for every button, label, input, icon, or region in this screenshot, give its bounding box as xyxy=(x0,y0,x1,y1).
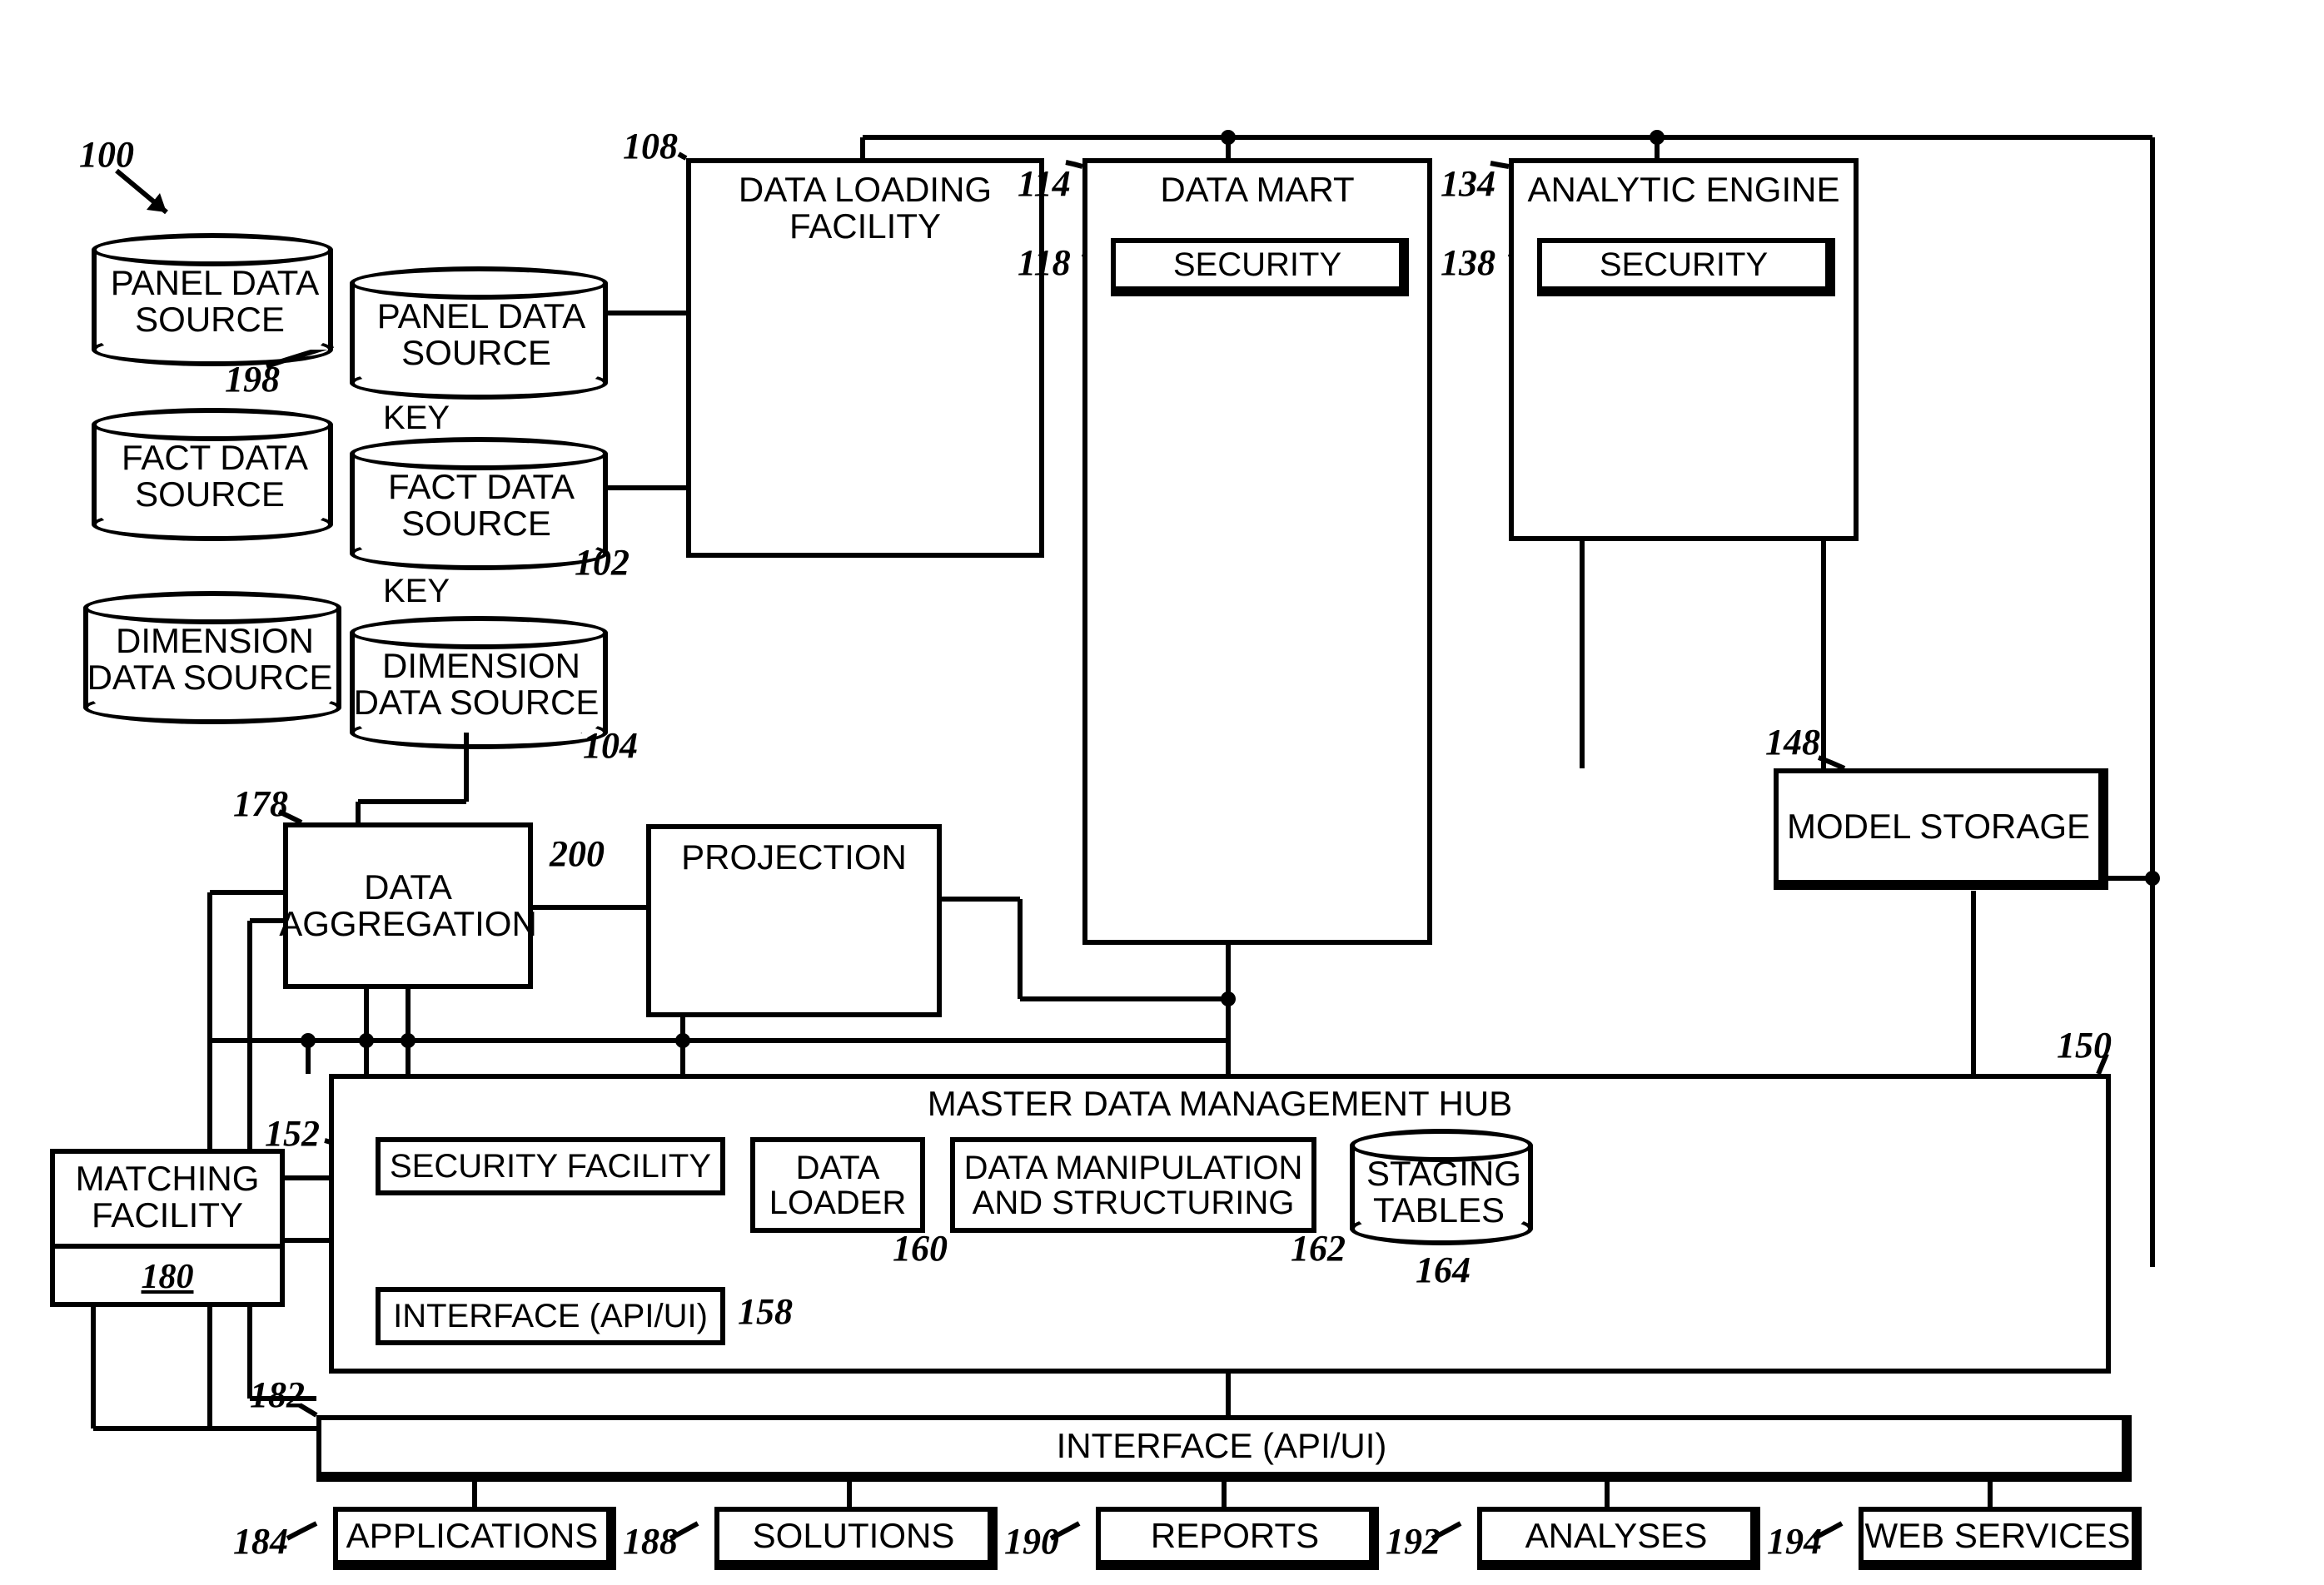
box-analytic-engine-security: SECURITY xyxy=(1537,238,1835,296)
box-projection: PROJECTION xyxy=(646,824,942,1017)
analytic-engine-label: ANALYTIC ENGINE xyxy=(1523,170,1845,210)
cyl-fact-data-source-2: FACT DATA SOURCE xyxy=(350,454,608,554)
cyl-fact1-label: FACT DATA SOURCE xyxy=(117,436,308,515)
ref-138: 138 xyxy=(1441,241,1495,284)
box-data-loader: DATA LOADER xyxy=(750,1137,925,1233)
ref-162: 162 xyxy=(1291,1227,1346,1269)
ref-178: 178 xyxy=(233,783,288,825)
ae-security-label: SECURITY xyxy=(1595,246,1773,284)
mdm-hub-label: MASTER DATA MANAGEMENT HUB xyxy=(923,1084,1517,1124)
projection-label: PROJECTION xyxy=(676,837,912,877)
ref-108: 108 xyxy=(623,125,678,167)
cyl-panel1-label: PANEL DATA SOURCE xyxy=(106,261,320,340)
key-label-1: KEY xyxy=(383,400,450,437)
ref-134: 134 xyxy=(1441,162,1495,205)
ref-102: 102 xyxy=(575,541,630,584)
cyl-dimension-data-source-1: DIMENSION DATA SOURCE xyxy=(83,608,341,708)
interface-bar-label: INTERFACE (API/UI) xyxy=(1052,1426,1392,1466)
reports-label: REPORTS xyxy=(1146,1516,1324,1556)
matching-180-label: 180 xyxy=(137,1257,199,1297)
box-web-services: WEB SERVICES xyxy=(1859,1507,2142,1570)
box-interface-bar: INTERFACE (API/UI) xyxy=(316,1415,2132,1482)
box-data-mart: DATA MART SECURITY xyxy=(1082,158,1432,945)
data-manip-label: DATA MANIPULATION AND STRUCTURING xyxy=(959,1149,1308,1222)
ref-160: 160 xyxy=(893,1227,948,1269)
analyses-label: ANALYSES xyxy=(1520,1516,1713,1556)
interface-inner-label: INTERFACE (API/UI) xyxy=(388,1297,713,1335)
solutions-label: SOLUTIONS xyxy=(748,1516,960,1556)
ref-118: 118 xyxy=(1018,241,1071,284)
box-applications: APPLICATIONS xyxy=(333,1507,616,1570)
box-interface-api-ui-inner: INTERFACE (API/UI) xyxy=(376,1287,725,1345)
dm-security-label: SECURITY xyxy=(1168,246,1346,284)
box-analyses: ANALYSES xyxy=(1477,1507,1760,1570)
box-mdm-hub: MASTER DATA MANAGEMENT HUB SECURITY FACI… xyxy=(329,1074,2111,1374)
cyl-dim2-label: DIMENSION DATA SOURCE xyxy=(354,644,605,723)
cyl-dim1-label: DIMENSION DATA SOURCE xyxy=(87,619,338,698)
data-loader-label: DATA LOADER xyxy=(764,1149,912,1222)
ref-190: 190 xyxy=(1004,1520,1059,1563)
cyl-fact-data-source-1: FACT DATA SOURCE xyxy=(92,425,333,524)
box-data-loading-facility: DATA LOADING FACILITY xyxy=(686,158,1044,558)
key-label-2: KEY xyxy=(383,573,450,610)
box-security-facility: SECURITY FACILITY xyxy=(376,1137,725,1195)
box-data-mart-security: SECURITY xyxy=(1111,238,1409,296)
security-facility-label: SECURITY FACILITY xyxy=(385,1147,716,1185)
cyl-panel2-label: PANEL DATA SOURCE xyxy=(372,295,586,374)
box-model-storage: MODEL STORAGE xyxy=(1774,768,2108,890)
box-matching-facility: MATCHING FACILITY 180 xyxy=(50,1149,285,1307)
ref-150: 150 xyxy=(2057,1024,2112,1066)
staging-tables-label: STAGING TABLES xyxy=(1361,1152,1521,1231)
ref-188: 188 xyxy=(623,1520,678,1563)
web-services-label: WEB SERVICES xyxy=(1860,1516,2136,1556)
cyl-panel-data-source-2: PANEL DATA SOURCE xyxy=(350,283,608,383)
ref-152: 152 xyxy=(265,1112,320,1155)
cyl-fact2-label: FACT DATA SOURCE xyxy=(383,465,575,544)
data-aggregation-label: DATA AGGREGATION xyxy=(274,867,542,944)
ref-104: 104 xyxy=(583,724,638,767)
data-loading-label: DATA LOADING FACILITY xyxy=(734,170,997,246)
ref-192: 192 xyxy=(1386,1520,1441,1563)
cyl-dimension-data-source-2: DIMENSION DATA SOURCE xyxy=(350,633,608,733)
ref-182: 182 xyxy=(250,1374,305,1416)
ref-114: 114 xyxy=(1018,162,1071,205)
ref-158: 158 xyxy=(738,1290,793,1333)
matching-facility-label: MATCHING FACILITY xyxy=(71,1159,265,1235)
ref-100: 100 xyxy=(79,133,134,176)
ref-164: 164 xyxy=(1416,1249,1471,1291)
ref-148: 148 xyxy=(1765,721,1820,763)
ref-184: 184 xyxy=(233,1520,288,1563)
cyl-panel-data-source-1: PANEL DATA SOURCE xyxy=(92,250,333,350)
ref-198: 198 xyxy=(225,358,280,400)
box-data-aggregation: DATA AGGREGATION xyxy=(283,822,533,989)
applications-label: APPLICATIONS xyxy=(341,1516,604,1556)
data-mart-label: DATA MART xyxy=(1155,170,1359,210)
model-storage-label: MODEL STORAGE xyxy=(1782,807,2095,847)
box-solutions: SOLUTIONS xyxy=(714,1507,998,1570)
ref-194: 194 xyxy=(1767,1520,1822,1563)
box-reports: REPORTS xyxy=(1096,1507,1379,1570)
cyl-staging-tables: STAGING TABLES xyxy=(1350,1145,1533,1229)
ref-200: 200 xyxy=(550,832,605,875)
box-analytic-engine: ANALYTIC ENGINE SECURITY xyxy=(1509,158,1859,541)
box-data-manipulation: DATA MANIPULATION AND STRUCTURING xyxy=(950,1137,1316,1233)
